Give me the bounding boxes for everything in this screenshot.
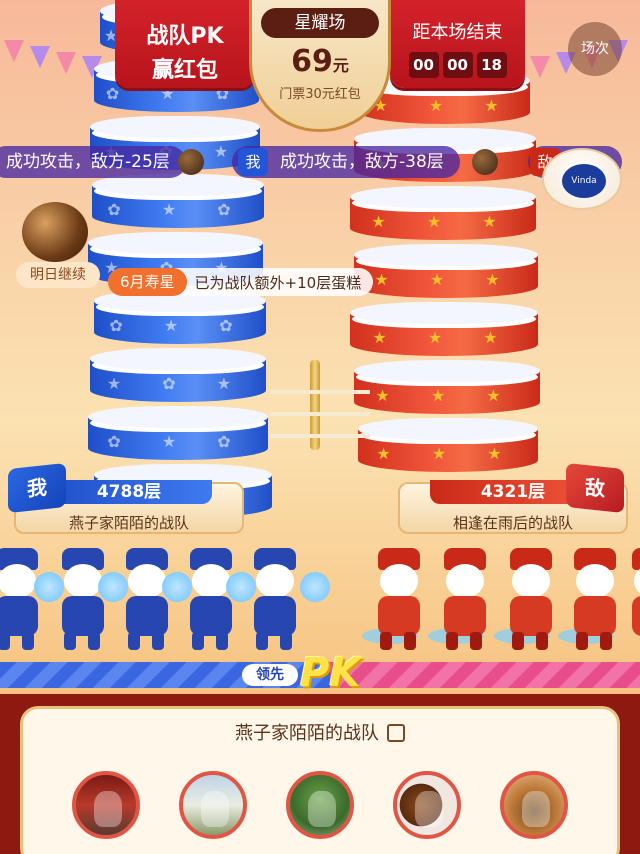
red-crying-buddy bbox=[434, 548, 496, 652]
avatar[interactable] bbox=[179, 771, 248, 839]
pk-progress-bar: 领先 PK bbox=[0, 650, 640, 696]
my-team-tag: 我 bbox=[238, 148, 268, 176]
bomb-icon[interactable] bbox=[22, 202, 88, 262]
member-avatar-list bbox=[23, 771, 617, 839]
avatar[interactable] bbox=[285, 771, 354, 839]
rounds-button[interactable]: 场次 bbox=[568, 22, 622, 76]
enemy-team-name: 相逢在雨后的战队 bbox=[452, 514, 573, 532]
my-team-layers: 4788层 bbox=[46, 480, 212, 504]
brand-logo: Vinda bbox=[562, 164, 606, 198]
boxing-ring-posts bbox=[270, 360, 370, 450]
avatar[interactable] bbox=[499, 771, 568, 839]
avatar[interactable] bbox=[72, 771, 141, 839]
cheerleader-row bbox=[0, 548, 640, 656]
pompom bbox=[300, 572, 330, 602]
team-members-card: 燕子家陌陌的战队 bbox=[20, 706, 620, 854]
birthday-message: 已为战队额外+10层蛋糕 bbox=[194, 273, 362, 292]
prize-amount: 69元 bbox=[252, 44, 388, 79]
red-crying-buddy bbox=[564, 548, 626, 652]
ticker-text: 成功攻击，敌方-25层 bbox=[6, 152, 170, 172]
birthday-tag: 6月寿星 bbox=[108, 268, 187, 296]
bomb-icon bbox=[472, 149, 498, 175]
battle-scene: ★ ✿ ★ ✿ ★ ✿ ★ ✿ ★ ✿ ★ ✿ ★ ✿ ★ ✿ ★ ✿ ★ ✿ … bbox=[0, 0, 640, 700]
brand-mascot[interactable]: Vinda bbox=[542, 148, 622, 210]
lead-badge: 领先 bbox=[242, 664, 298, 686]
enemy-team-cake-tower: ★ ★ ★ ★ ★ ★ ★ ★ ★ ★ ★ ★ ★ ★ ★ ★ ★ ★ ★ ★ … bbox=[350, 70, 540, 476]
countdown-seconds: 18 bbox=[476, 52, 507, 78]
team-panel: 燕子家陌陌的战队 bbox=[0, 694, 640, 854]
pk-logo: PK bbox=[300, 650, 361, 696]
blue-cheerleader bbox=[244, 548, 306, 652]
red-crying-buddy bbox=[368, 548, 430, 652]
countdown-label: 距本场结束 bbox=[412, 22, 503, 43]
banner-title-line2: 赢红包 bbox=[151, 58, 218, 83]
resume-tomorrow-button[interactable]: 明日继续 bbox=[16, 262, 100, 288]
team-pk-banner: 战队PK 赢红包 bbox=[115, 0, 255, 88]
countdown-minutes: 00 bbox=[442, 52, 473, 78]
venue-name: 星耀场 bbox=[261, 8, 379, 38]
birthday-bonus-notice: 6月寿星 已为战队额外+10层蛋糕 bbox=[108, 268, 374, 296]
red-crying-buddy bbox=[622, 548, 640, 652]
my-team-name: 燕子家陌陌的战队 bbox=[68, 514, 189, 532]
team-card-title: 燕子家陌陌的战队 bbox=[235, 723, 379, 744]
enemy-team-progress bbox=[330, 662, 640, 688]
ticker-text: 成功攻击，敌方-38层 bbox=[280, 152, 444, 172]
team-card-header: 燕子家陌陌的战队 bbox=[23, 719, 617, 753]
avatar[interactable] bbox=[392, 771, 461, 839]
bomb-icon bbox=[178, 149, 204, 175]
red-crying-buddy bbox=[500, 548, 562, 652]
prize-unit: 元 bbox=[332, 56, 349, 75]
ticker-item: 成功攻击，敌方-25层 bbox=[0, 146, 186, 178]
prize-badge: 星耀场 69元 门票30元红包 bbox=[249, 0, 391, 132]
enemy-team-flag: 敌 bbox=[566, 462, 624, 514]
prize-value: 69 bbox=[291, 44, 333, 79]
countdown-panel: 距本场结束 00 00 18 bbox=[390, 0, 525, 88]
ticket-price: 门票30元红包 bbox=[279, 87, 361, 102]
countdown-timer: 00 00 18 bbox=[390, 52, 525, 78]
countdown-hours: 00 bbox=[408, 52, 439, 78]
banner-title-line1: 战队PK bbox=[146, 24, 224, 49]
my-team-flag: 我 bbox=[8, 462, 66, 514]
edit-icon[interactable] bbox=[387, 724, 405, 742]
